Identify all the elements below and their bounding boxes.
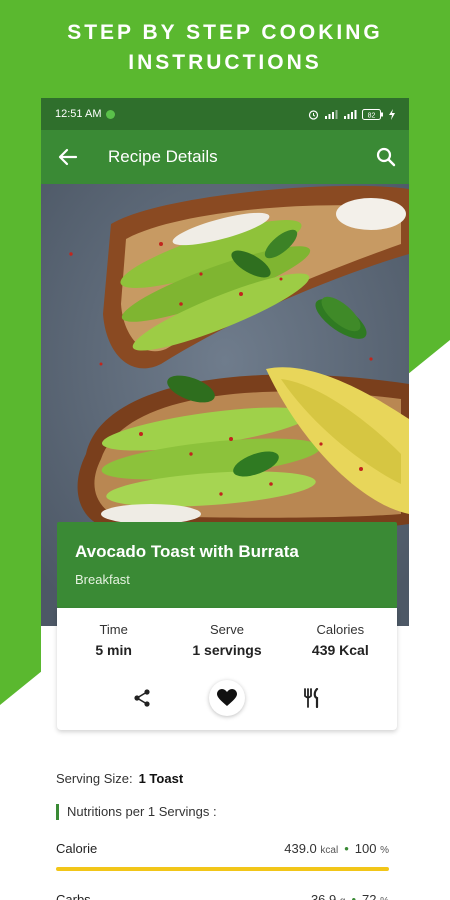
nutrient-unit: g [340, 896, 346, 900]
nutrient-percent-unit: % [380, 845, 389, 856]
stat-calories: Calories 439 Kcal [284, 622, 397, 658]
recipe-name: Avocado Toast with Burrata [75, 542, 299, 561]
heart-icon [217, 689, 237, 706]
charging-icon [389, 108, 395, 120]
nutrient-percent: 72 [362, 892, 377, 900]
stat-time: Time 5 min [57, 622, 170, 658]
recipe-title-card: Avocado Toast with Burrata Breakfast [57, 522, 397, 608]
recipe-info-card: Time 5 min Serve 1 servings Calories 439… [57, 608, 397, 730]
nutrient-value: 36.9 g • 72 % [311, 892, 389, 900]
alarm-icon [308, 109, 319, 120]
search-icon[interactable] [375, 146, 397, 168]
app-bar: Recipe Details [41, 130, 409, 184]
signal-icon [325, 110, 338, 119]
promo-line-1: STEP BY STEP COOKING [67, 21, 383, 44]
stat-value: 5 min [95, 642, 132, 658]
status-time: 12:51 AM [55, 108, 102, 120]
recipe-category: Breakfast [75, 572, 130, 587]
promo-headline: STEP BY STEP COOKING INSTRUCTIONS [0, 18, 450, 78]
bullet-icon: • [344, 841, 349, 856]
page-title: Recipe Details [108, 147, 218, 166]
status-bar: 12:51 AM 82 [41, 98, 409, 130]
stat-label: Serve [210, 622, 244, 637]
promo-line-2: INSTRUCTIONS [128, 51, 322, 74]
nutrient-unit: kcal [320, 845, 339, 856]
serving-label: Serving Size: [56, 771, 133, 786]
nutrient-amount: 36.9 [310, 892, 337, 900]
battery-level: 82 [368, 112, 376, 119]
stat-serve: Serve 1 servings [170, 622, 283, 658]
serving-value: 1 Toast [138, 771, 184, 786]
nutrient-amount: 439.0 [284, 841, 317, 856]
share-icon [134, 689, 150, 707]
share-button[interactable] [124, 680, 160, 716]
notification-icon [106, 109, 116, 119]
nutrient-name: Calorie [56, 841, 98, 856]
nutrient-percent-unit: % [380, 896, 389, 900]
stat-value: 1 servings [192, 642, 262, 658]
stat-value: 439 Kcal [311, 642, 369, 658]
phone-screen: 12:51 AM 82 Recipe Details Avocado Toast… [41, 98, 409, 900]
cutlery-icon [304, 688, 319, 708]
stat-label: Time [99, 622, 128, 637]
bullet-icon: • [351, 892, 356, 900]
serving-size: Serving Size: 1 Toast [56, 771, 183, 786]
ingredients-button[interactable] [294, 680, 330, 716]
nutrient-progress-bar [56, 867, 389, 871]
nutrient-percent: 100 [354, 841, 377, 856]
nutrition-heading: Nutritions per 1 Servings : [56, 804, 217, 820]
stat-label: Calories [316, 622, 365, 637]
nutrient-value: 439.0 kcal • 100 % [284, 841, 389, 856]
battery-icon: 82 [362, 108, 383, 120]
back-arrow-icon[interactable] [57, 146, 79, 168]
signal-icon-2 [344, 110, 357, 119]
nutrient-name: Carbs [56, 892, 91, 900]
favorite-button[interactable] [209, 680, 245, 716]
